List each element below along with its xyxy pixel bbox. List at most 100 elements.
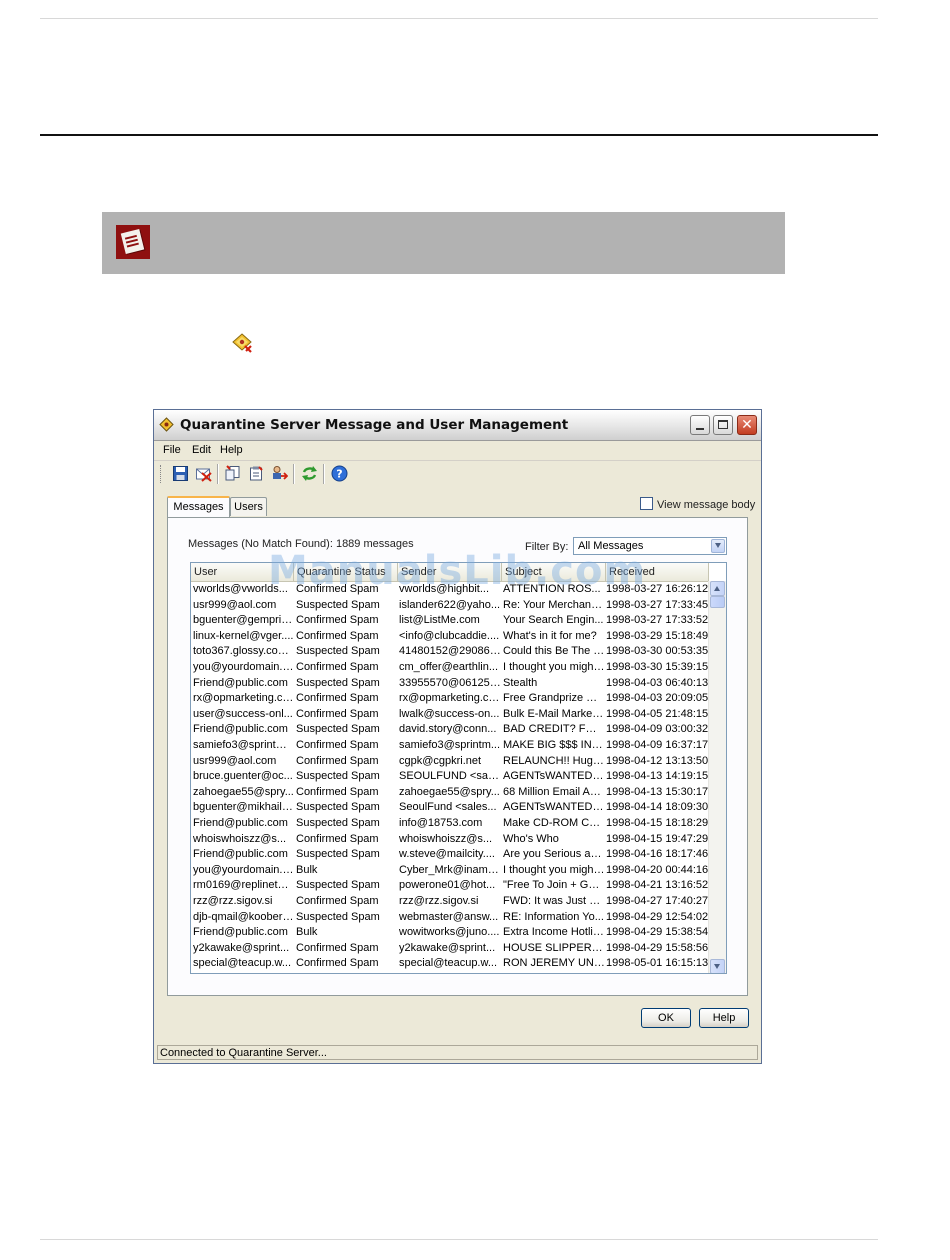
status-text: Connected to Quarantine Server... (160, 1047, 327, 1059)
toolbar-grip[interactable] (160, 465, 163, 483)
table-row[interactable]: you@yourdomain.net Bulk Cyber_Mrk@iname...… (191, 863, 709, 879)
table-row[interactable]: usr999@aol.com Suspected Spam islander622@… (191, 598, 709, 614)
cell-sender: cm_offer@earthlin... (399, 661, 499, 673)
cell-user: toto367.glossy.com... (193, 645, 294, 658)
table-row[interactable]: rm0169@replinets-... Suspected Spam powero… (191, 878, 709, 894)
menu-help[interactable]: Help (220, 444, 243, 456)
scroll-down-button[interactable] (710, 959, 725, 973)
table-row[interactable]: whoiswhoiszz@s... Confirmed Spam whoiswhoi… (191, 832, 709, 848)
cell-received: 1998-04-16 18:17:46 (606, 848, 709, 861)
bottom-rule (40, 1239, 878, 1240)
cell-received: 1998-03-29 15:18:49 (606, 629, 709, 642)
cell-received: 1998-04-13 14:19:15 (606, 770, 709, 783)
cell-subject: FWD: It was Just R... (503, 895, 605, 907)
table-row[interactable]: bruce.guenter@oc... Suspected Spam SEOULFU… (191, 769, 709, 785)
menu-file[interactable]: File (163, 444, 181, 456)
cell-user: samiefo3@sprintm... (193, 739, 294, 751)
cell-quarantine-status: Suspected Spam (296, 598, 380, 611)
cell-quarantine-status: Suspected Spam (296, 801, 380, 814)
minimize-button[interactable] (690, 415, 710, 435)
cell-sender: samiefo3@sprintm... (399, 739, 501, 751)
cell-user: Friend@public.com (193, 926, 288, 939)
cell-sender: lwalk@success-on... (399, 707, 500, 720)
cell-subject: MAKE BIG $$$ IN Y... (503, 739, 605, 751)
table-row[interactable]: Friend@public.com Suspected Spam info@1875… (191, 816, 709, 832)
table-row[interactable]: usr999@aol.com Confirmed Spam cgpk@cgpkri.… (191, 754, 709, 770)
table-row[interactable]: Friend@public.com Suspected Spam 33955570@… (191, 676, 709, 692)
table-row[interactable]: rzz@rzz.sigov.si Confirmed Spam rzz@rzz.si… (191, 894, 709, 910)
cell-subject: Extra Income Hotline (503, 926, 605, 939)
cell-quarantine-status: Confirmed Spam (296, 754, 379, 767)
table-row[interactable]: zahoegae55@spry... Confirmed Spam zahoegae… (191, 785, 709, 801)
cell-quarantine-status: Bulk (296, 926, 318, 939)
cell-received: 1998-04-05 21:48:15 (606, 707, 709, 720)
chevron-down-icon[interactable] (711, 539, 725, 553)
paste-icon[interactable] (248, 465, 265, 482)
scroll-thumb[interactable] (710, 596, 725, 608)
title-bar[interactable]: Quarantine Server Message and User Manag… (154, 410, 761, 441)
cell-user: bguenter@gemprin... (193, 614, 294, 627)
move-user-icon[interactable] (271, 465, 288, 482)
table-row[interactable]: rx@opmarketing.com Confirmed Spam rx@opmar… (191, 691, 709, 707)
app-icon (159, 417, 174, 432)
cell-quarantine-status: Confirmed Spam (296, 895, 379, 907)
cell-user: Friend@public.com (193, 848, 288, 861)
cell-quarantine-status: Suspected Spam (296, 848, 380, 861)
svg-text:?: ? (336, 468, 342, 481)
cell-subject: I thought you might ... (503, 661, 605, 673)
table-row[interactable]: Friend@public.com Suspected Spam w.steve@m… (191, 847, 709, 863)
cell-sender: 33955570@06125.... (399, 676, 501, 689)
cell-quarantine-status: Suspected Spam (296, 676, 380, 689)
cell-subject: Free Grandprize Dr... (503, 692, 605, 705)
cell-sender: wowitworks@juno.... (399, 926, 500, 939)
view-message-body-toggle[interactable]: View message body (640, 497, 755, 511)
help-icon[interactable]: ? (331, 465, 348, 482)
close-icon: ✕ (741, 417, 753, 433)
maximize-button[interactable] (713, 415, 733, 435)
table-row[interactable]: Friend@public.com Suspected Spam david.sto… (191, 722, 709, 738)
cell-user: Friend@public.com (193, 817, 288, 829)
table-row[interactable]: you@yourdomain.net Confirmed Spam cm_offer… (191, 660, 709, 676)
tab-users[interactable]: Users (230, 497, 267, 516)
cell-subject: RELAUNCH!! Huge ... (503, 754, 605, 767)
table-row[interactable]: special@teacup.w... Confirmed Spam special… (191, 956, 709, 972)
save-icon[interactable] (172, 465, 189, 482)
view-message-body-checkbox[interactable] (640, 497, 653, 510)
refresh-icon[interactable] (301, 465, 318, 482)
cell-quarantine-status: Suspected Spam (296, 645, 380, 658)
vertical-scrollbar[interactable] (708, 581, 726, 973)
cell-user: rm0169@replinets-... (193, 879, 294, 892)
table-row[interactable]: bguenter@mikhail.q... Suspected Spam Seoul… (191, 800, 709, 816)
cell-sender: powerone01@hot... (399, 879, 496, 892)
cell-sender: webmaster@answ... (399, 910, 499, 923)
watermark: ManualsLib.com (268, 548, 647, 594)
scroll-up-button[interactable] (710, 581, 725, 596)
close-button[interactable]: ✕ (737, 415, 757, 435)
cell-sender: special@teacup.w... (399, 957, 497, 970)
copy-icon[interactable] (224, 465, 241, 482)
cell-quarantine-status: Suspected Spam (296, 770, 380, 783)
cell-quarantine-status: Suspected Spam (296, 817, 380, 829)
table-row[interactable]: linux-kernel@vger.... Confirmed Spam <info… (191, 629, 709, 645)
help-button[interactable]: Help (699, 1008, 749, 1028)
cell-sender: rzz@rzz.sigov.si (399, 895, 479, 907)
table-row[interactable]: user@success-onl... Confirmed Spam lwalk@s… (191, 707, 709, 723)
table-row[interactable]: djb-qmail@koobera... Suspected Spam webmas… (191, 910, 709, 926)
cell-received: 1998-04-27 17:40:27 (606, 895, 709, 907)
cell-user: usr999@aol.com (193, 598, 277, 611)
ok-button[interactable]: OK (641, 1008, 691, 1028)
menu-edit[interactable]: Edit (192, 444, 211, 456)
table-row[interactable]: bguenter@gemprin... Confirmed Spam list@Li… (191, 613, 709, 629)
window-title: Quarantine Server Message and User Manag… (180, 417, 569, 433)
table-row[interactable]: toto367.glossy.com... Suspected Spam 41480… (191, 644, 709, 660)
table-row[interactable]: Friend@public.com Bulk wowitworks@juno....… (191, 925, 709, 941)
table-row[interactable]: samiefo3@sprintm... Confirmed Spam samiefo… (191, 738, 709, 754)
cell-quarantine-status: Confirmed Spam (296, 629, 379, 642)
cell-subject: Re: Your Merchant ... (503, 598, 605, 611)
delete-message-icon[interactable] (195, 465, 212, 482)
messages-table: User Quarantine Status Sender Subject Re… (190, 562, 727, 974)
tab-messages[interactable]: Messages (167, 496, 230, 517)
cell-subject: Stealth (503, 676, 538, 689)
table-row[interactable]: y2kawake@sprint... Confirmed Spam y2kawake… (191, 941, 709, 957)
cell-quarantine-status: Suspected Spam (296, 879, 380, 892)
